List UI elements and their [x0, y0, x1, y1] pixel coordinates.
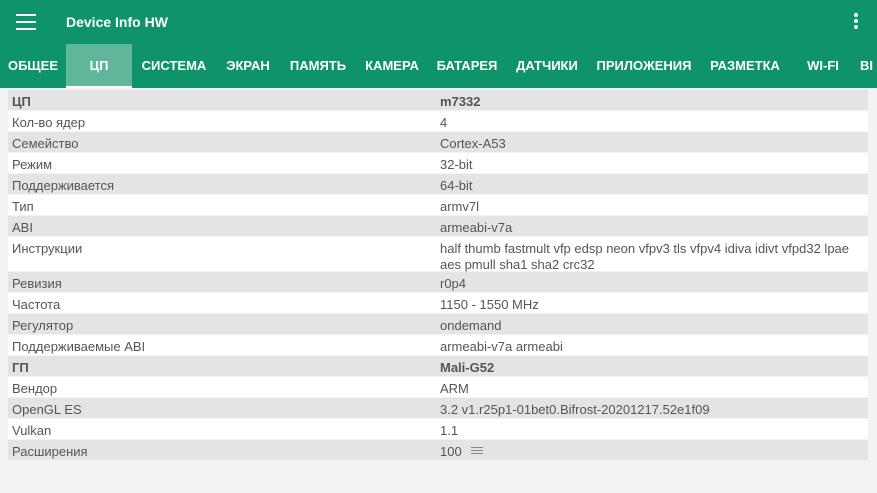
table-row: Частота 1150 - 1550 MHz [8, 293, 868, 313]
tab-camera[interactable]: КАМЕРА [356, 44, 428, 88]
row-key: ABI [12, 220, 33, 235]
row-value: armv7l [440, 199, 480, 214]
tab-system[interactable]: СИСТЕМА [132, 44, 216, 88]
row-value: 1.1 [440, 423, 459, 438]
row-value: 100 [440, 444, 462, 459]
tab-layout[interactable]: РАЗМЕТКА [700, 44, 790, 88]
row-value: armeabi-v7a [440, 220, 513, 235]
row-key: ГП [12, 360, 29, 375]
table-row: Регулятор ondemand [8, 314, 868, 334]
tab-cpu[interactable]: ЦП [66, 44, 132, 88]
table-row-gpu: ГП Mali-G52 [8, 356, 868, 376]
table-row: ABI armeabi-v7a [8, 216, 868, 236]
tab-screen[interactable]: ЭКРАН [216, 44, 280, 88]
hamburger-menu-icon[interactable] [16, 14, 36, 30]
row-value: m7332 [440, 94, 481, 109]
row-key: Поддерживается [12, 178, 115, 193]
row-value: 4 [440, 115, 448, 130]
row-key: Кол-во ядер [12, 115, 86, 130]
row-key: Вендор [12, 381, 58, 396]
tab-wifi[interactable]: WI-FI [790, 44, 856, 88]
tab-bar: ОБЩЕЕ ЦП СИСТЕМА ЭКРАН ПАМЯТЬ КАМЕРА БАТ… [0, 44, 877, 88]
row-value: 64-bit [440, 178, 473, 193]
tab-battery[interactable]: БАТАРЕЯ [428, 44, 506, 88]
row-value: armeabi-v7a armeabi [440, 339, 563, 354]
table-row: Vulkan 1.1 [8, 419, 868, 439]
row-value: Cortex-A53 [440, 136, 506, 151]
row-key: ЦП [12, 94, 31, 109]
tab-apps[interactable]: ПРИЛОЖЕНИЯ [588, 44, 700, 88]
table-row: Тип armv7l [8, 195, 868, 215]
table-row: Ревизия r0p4 [8, 272, 868, 292]
row-key: Семейство [12, 136, 79, 151]
row-key: Частота [12, 297, 61, 312]
row-key: Тип [12, 199, 34, 214]
table-row: Вендор ARM [8, 377, 868, 397]
app-bar: Device Info HW ОБЩЕЕ ЦП СИСТЕМА ЭКРАН ПА… [0, 0, 877, 88]
row-value: ondemand [440, 318, 502, 333]
row-value: r0p4 [440, 276, 467, 291]
table-row: OpenGL ES 3.2 v1.r25p1-01bet0.Bifrost-20… [8, 398, 868, 418]
row-value: 1150 - 1550 MHz [440, 297, 539, 312]
list-icon[interactable] [471, 446, 484, 457]
row-key: Ревизия [12, 276, 62, 291]
row-key: Режим [12, 157, 53, 172]
row-value: ARM [440, 381, 469, 396]
table-row: Кол-во ядер 4 [8, 111, 868, 131]
row-key: Расширения [12, 444, 88, 459]
table-row: Поддерживается 64-bit [8, 174, 868, 194]
table-row-cpu: ЦП m7332 [8, 90, 868, 110]
row-value: 32-bit [440, 157, 473, 172]
table-row: Семейство Cortex-A53 [8, 132, 868, 152]
row-key: Инструкции [12, 241, 83, 256]
row-value: Mali-G52 [440, 360, 495, 375]
row-value-wrap: 100 [440, 444, 860, 460]
table-row-extensions[interactable]: Расширения 100 [8, 440, 868, 460]
table-row: Режим 32-bit [8, 153, 868, 173]
more-vert-icon[interactable] [852, 13, 860, 33]
table-row: Поддерживаемые ABI armeabi-v7a armeabi [8, 335, 868, 355]
tab-memory[interactable]: ПАМЯТЬ [280, 44, 356, 88]
row-value: 3.2 v1.r25p1-01bet0.Bifrost-20201217.52e… [440, 402, 710, 417]
row-key: Поддерживаемые ABI [12, 339, 146, 354]
row-key: Vulkan [12, 423, 52, 438]
app-title: Device Info HW [66, 14, 168, 30]
tab-general[interactable]: ОБЩЕЕ [0, 44, 66, 88]
tab-next[interactable]: BI [860, 44, 877, 88]
tab-sensors[interactable]: ДАТЧИКИ [506, 44, 588, 88]
row-value: half thumb fastmult vfp edsp neon vfpv3 … [440, 241, 850, 272]
table-row: Инструкции half thumb fastmult vfp edsp … [8, 237, 868, 272]
row-key: Регулятор [12, 318, 74, 333]
row-key: OpenGL ES [12, 402, 82, 417]
